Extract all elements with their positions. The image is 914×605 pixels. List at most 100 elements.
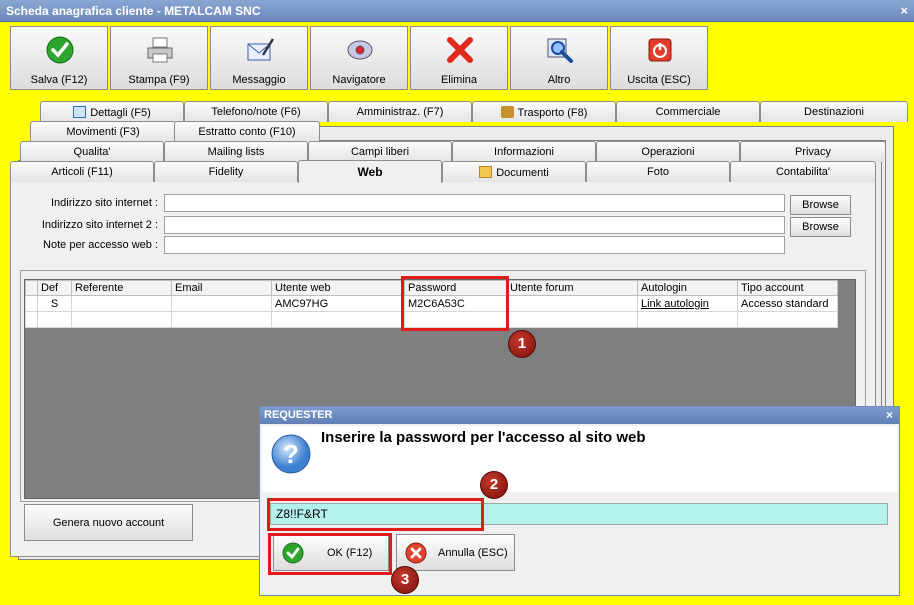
- tab-foto[interactable]: Foto: [586, 161, 730, 182]
- tab-commerciale-label: Commerciale: [655, 106, 721, 118]
- step-badge-1: 1: [508, 330, 536, 358]
- notes-input[interactable]: [164, 236, 785, 254]
- tab-destinazioni[interactable]: Destinazioni: [760, 101, 908, 122]
- folder-icon: [479, 166, 493, 178]
- details-icon: [73, 106, 87, 118]
- site2-browse-button[interactable]: Browse: [790, 217, 851, 237]
- cancel-label: Annulla (ESC): [438, 547, 508, 559]
- message-button[interactable]: Messaggio: [210, 26, 308, 90]
- tab-operazioni[interactable]: Operazioni: [596, 141, 740, 162]
- dialog-message: Inserire la password per l'accesso al si…: [321, 429, 646, 446]
- cell-empty[interactable]: [506, 311, 638, 328]
- tab-privacy-label: Privacy: [794, 146, 832, 158]
- tab-web-label: Web: [357, 165, 383, 179]
- tab-documenti[interactable]: Documenti: [442, 161, 586, 182]
- cell-utente-forum[interactable]: [506, 295, 638, 312]
- tab-dettagli-label: Dettagli (F5): [90, 107, 151, 119]
- grid-header-utente-forum[interactable]: Utente forum: [506, 280, 638, 296]
- tab-contabilita[interactable]: Contabilita': [730, 161, 876, 182]
- other-button[interactable]: Altro: [510, 26, 608, 90]
- navigator-label: Navigatore: [332, 74, 386, 86]
- site-browse-button[interactable]: Browse: [790, 195, 851, 215]
- compass-icon: [347, 40, 373, 60]
- exit-label: Uscita (ESC): [627, 74, 691, 86]
- row-indicator: [25, 295, 38, 312]
- tab-mailing-lists[interactable]: Mailing lists: [164, 141, 308, 162]
- svg-text:?: ?: [283, 439, 299, 469]
- truck-icon: [500, 106, 514, 118]
- message-label: Messaggio: [232, 74, 286, 86]
- password-column-highlight: [401, 276, 509, 331]
- cell-empty[interactable]: [37, 311, 72, 328]
- cell-autologin[interactable]: Link autologin: [637, 295, 738, 312]
- notes-label: Note per accesso web :: [43, 239, 158, 251]
- tab-telefono-note[interactable]: Telefono/note (F6): [184, 101, 328, 122]
- row-indicator: [25, 311, 38, 328]
- tab-fidelity[interactable]: Fidelity: [154, 161, 298, 182]
- exit-button[interactable]: Uscita (ESC): [610, 26, 708, 90]
- tab-campi-liberi-label: Campi liberi: [350, 146, 410, 158]
- grid-header-email[interactable]: Email: [171, 280, 272, 296]
- cell-utente-web[interactable]: AMC97HG: [271, 295, 405, 312]
- grid-header-utente-web[interactable]: Utente web: [271, 280, 405, 296]
- tab-foto-label: Foto: [646, 166, 669, 178]
- grid-header-tipo-account[interactable]: Tipo account: [737, 280, 838, 296]
- step-badge-3: 3: [391, 566, 419, 594]
- tab-trasporto-label: Trasporto (F8): [517, 107, 588, 119]
- tab-amministraz[interactable]: Amministraz. (F7): [328, 101, 472, 122]
- cell-referente[interactable]: [71, 295, 172, 312]
- site-input[interactable]: [164, 194, 785, 212]
- tab-dettagli[interactable]: Dettagli (F5): [40, 101, 184, 122]
- tab-commerciale[interactable]: Commerciale: [616, 101, 760, 122]
- step-badge-2: 2: [480, 471, 508, 499]
- grid-header-referente[interactable]: Referente: [71, 280, 172, 296]
- tab-movimenti[interactable]: Movimenti (F3): [30, 121, 176, 142]
- navigator-button[interactable]: Navigatore: [310, 26, 408, 90]
- dialog-message-area: ? Inserire la password per l'accesso al …: [262, 426, 897, 492]
- cell-empty[interactable]: [271, 311, 405, 328]
- red-x-icon: [447, 37, 473, 63]
- site-label: Indirizzo sito internet :: [51, 197, 158, 209]
- tab-estratto-conto[interactable]: Estratto conto (F10): [174, 121, 320, 142]
- ok-button-highlight: [268, 533, 392, 575]
- cell-empty[interactable]: [171, 311, 272, 328]
- grid-header-autologin[interactable]: Autologin: [637, 280, 738, 296]
- tab-amministraz-label: Amministraz. (F7): [356, 106, 444, 118]
- autologin-link[interactable]: Link autologin: [641, 298, 709, 310]
- tab-informazioni-label: Informazioni: [494, 146, 554, 158]
- tab-telefono-note-label: Telefono/note (F6): [211, 106, 301, 118]
- cell-empty[interactable]: [71, 311, 172, 328]
- power-icon: [648, 38, 672, 62]
- window-title: Scheda anagrafica cliente - METALCAM SNC: [6, 4, 261, 18]
- question-icon: ?: [271, 434, 311, 474]
- site2-input[interactable]: [164, 216, 785, 234]
- tab-campi-liberi[interactable]: Campi liberi: [308, 141, 452, 162]
- cell-def[interactable]: S: [37, 295, 72, 312]
- dialog-title: REQUESTER: [264, 409, 333, 421]
- delete-button[interactable]: Elimina: [410, 26, 508, 90]
- tab-informazioni[interactable]: Informazioni: [452, 141, 596, 162]
- cell-email[interactable]: [171, 295, 272, 312]
- tab-qualita[interactable]: Qualita': [20, 141, 164, 162]
- tab-operazioni-label: Operazioni: [641, 146, 695, 158]
- tab-trasporto[interactable]: Trasporto (F8): [472, 101, 616, 122]
- cancel-button[interactable]: Annulla (ESC): [396, 534, 515, 571]
- grid-header-def[interactable]: Def: [37, 280, 72, 296]
- tab-mailing-lists-label: Mailing lists: [207, 146, 265, 158]
- tab-articoli-label: Articoli (F11): [51, 166, 113, 178]
- save-button[interactable]: Salva (F12): [10, 26, 108, 90]
- tab-web[interactable]: Web: [298, 160, 442, 183]
- window-close-icon[interactable]: ×: [900, 3, 908, 18]
- generate-account-button[interactable]: Genera nuovo account: [24, 504, 193, 541]
- cell-empty[interactable]: [737, 311, 838, 328]
- site2-label: Indirizzo sito internet 2 :: [41, 219, 158, 231]
- tab-articoli[interactable]: Articoli (F11): [10, 161, 154, 182]
- tab-privacy[interactable]: Privacy: [740, 141, 886, 162]
- print-button[interactable]: Stampa (F9): [110, 26, 208, 90]
- cell-empty[interactable]: [637, 311, 738, 328]
- cell-tipo-account[interactable]: Accesso standard: [737, 295, 838, 312]
- magnifier-icon: [547, 38, 573, 63]
- cancel-circle-icon: [405, 542, 427, 564]
- delete-label: Elimina: [440, 74, 478, 86]
- dialog-close-icon[interactable]: ×: [886, 408, 893, 422]
